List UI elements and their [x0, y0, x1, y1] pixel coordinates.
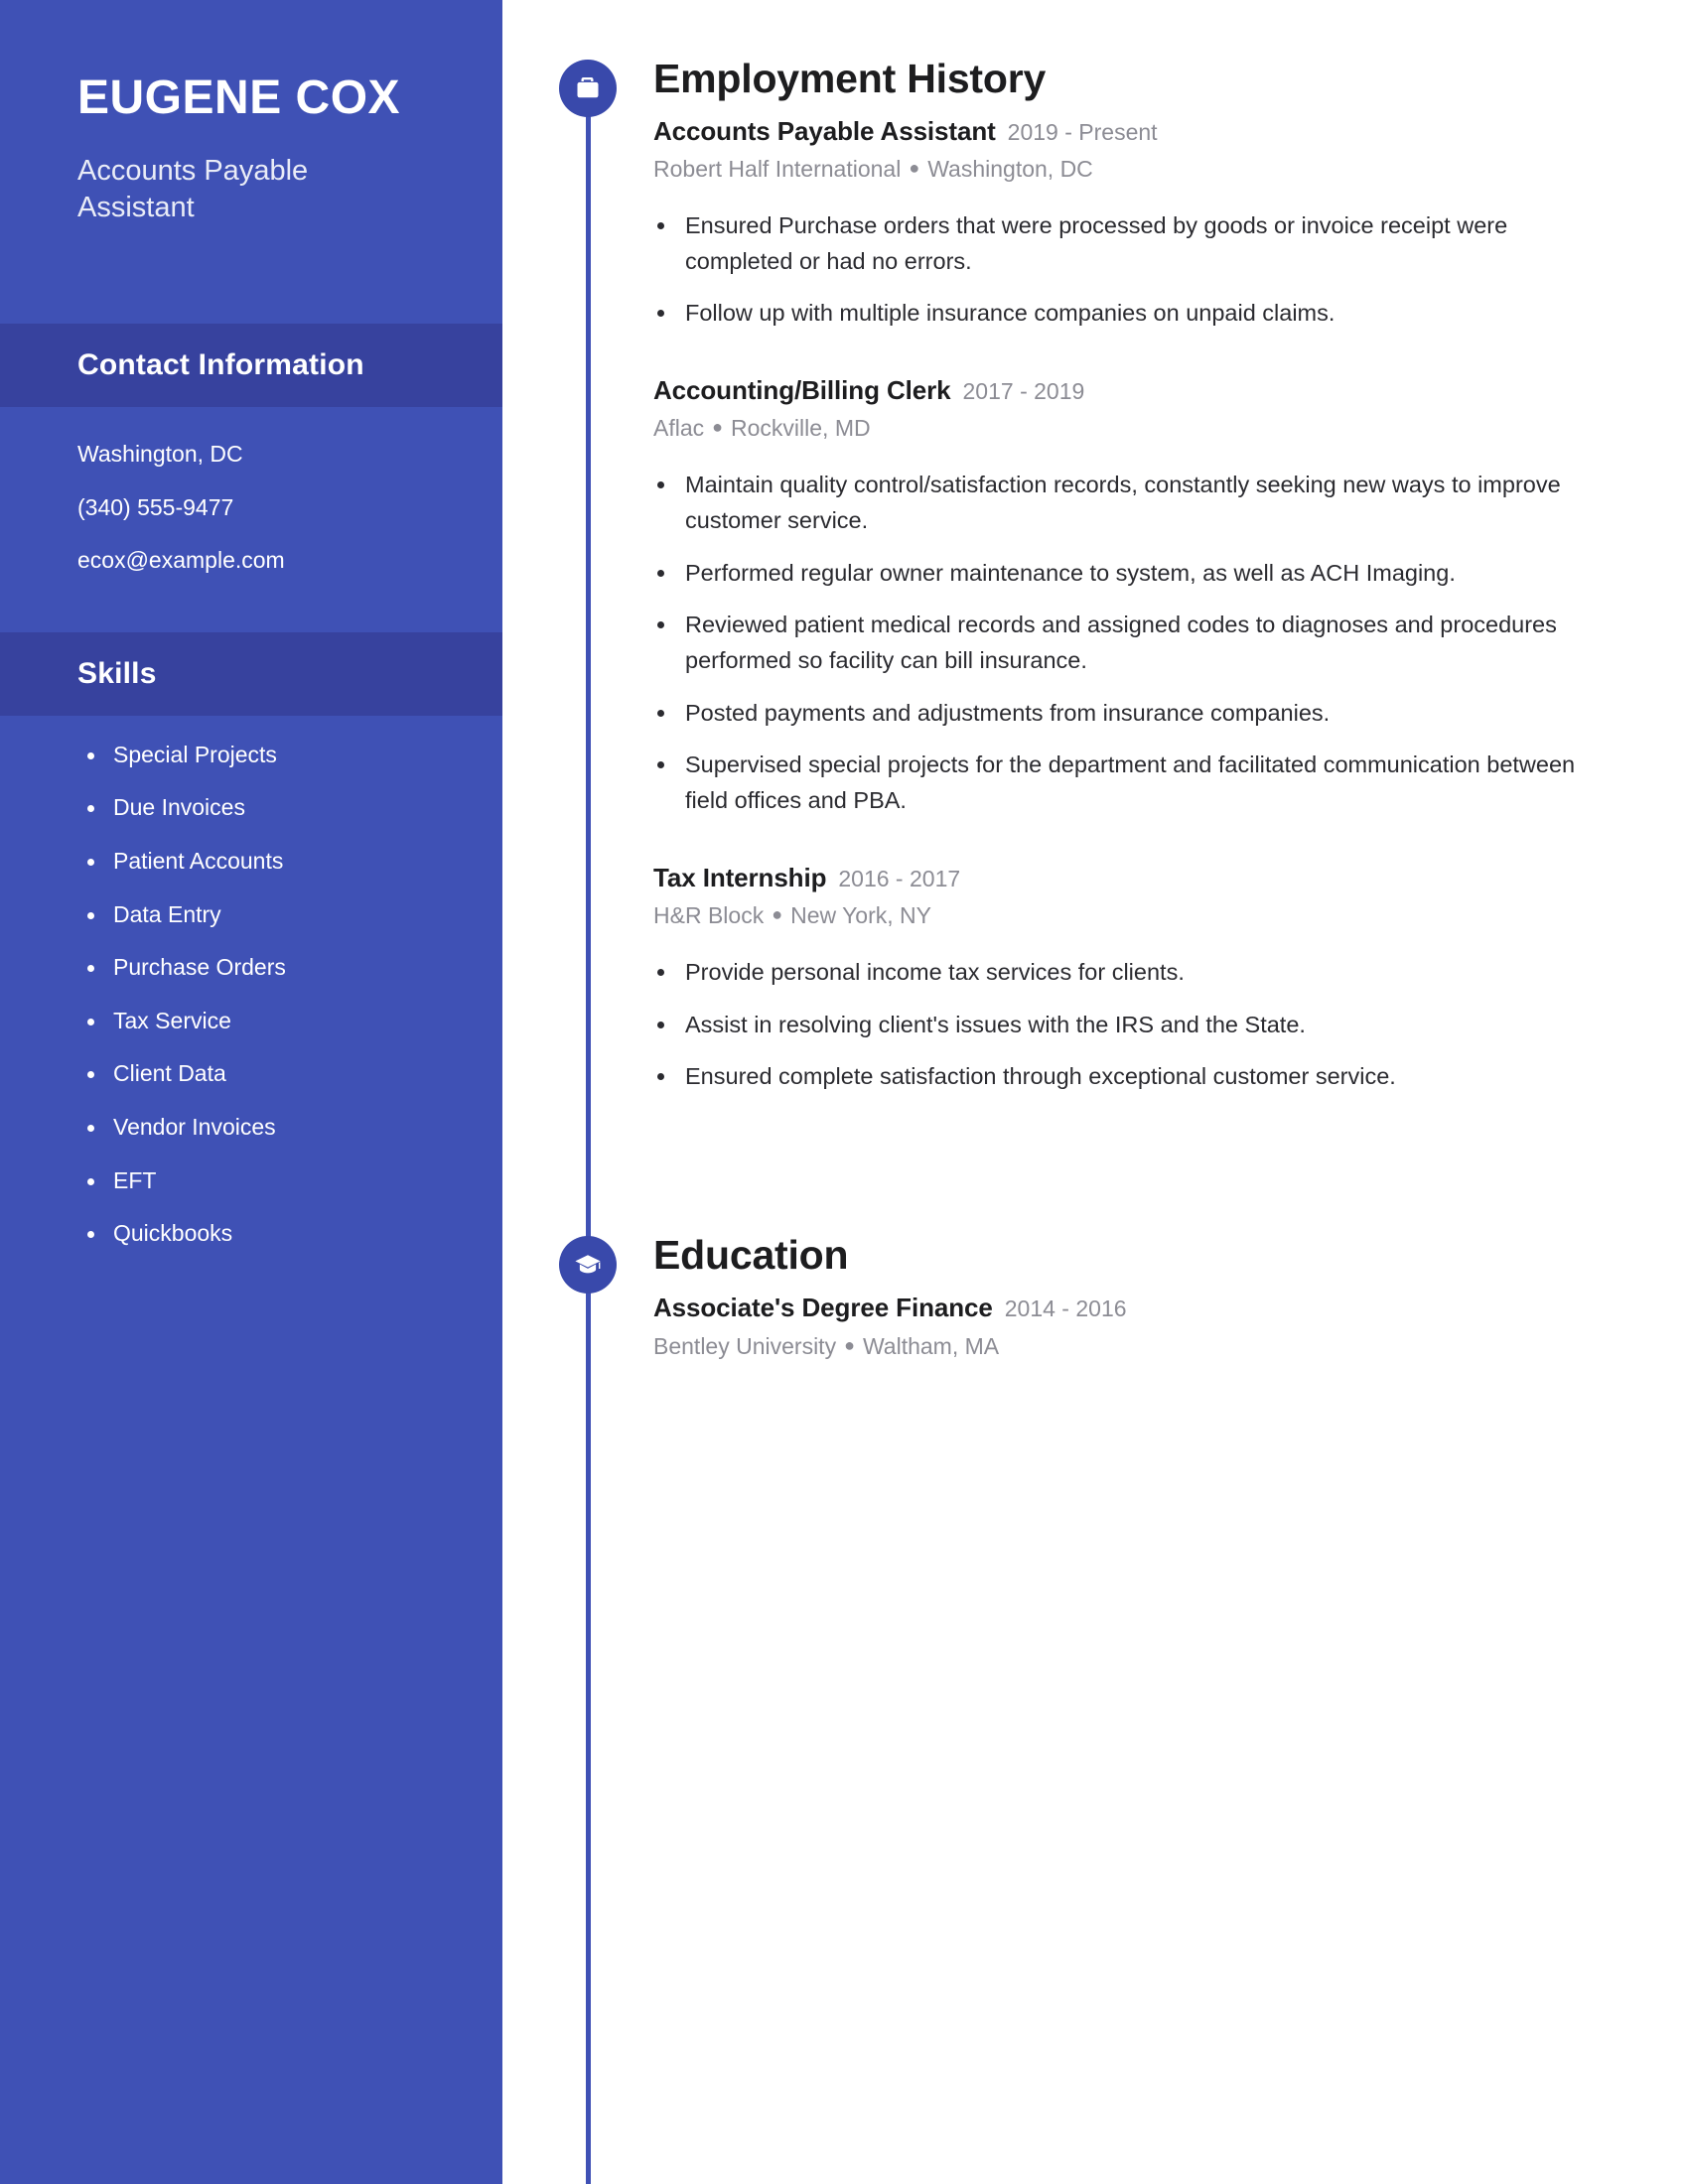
list-item: Vendor Invoices: [83, 1114, 443, 1142]
contact-phone: (340) 555-9477: [77, 493, 234, 520]
list-item: Ensured Purchase orders that were proces…: [653, 208, 1617, 279]
list-item: Due Invoices: [83, 794, 443, 822]
skills-list: Special Projects Due Invoices Patient Ac…: [0, 716, 502, 1288]
entry-header: Accounting/Billing Clerk 2017 - 2019: [653, 375, 1617, 406]
list-item: Assist in resolving client's issues with…: [653, 1008, 1617, 1043]
list-item: Tax Service: [83, 1008, 443, 1035]
meta-separator-dot: ●: [909, 158, 920, 178]
employment-entry: Tax Internship 2016 - 2017 H&R Block ● New…: [653, 863, 1617, 1095]
entry-location: Washington, DC: [927, 156, 1093, 182]
skills-section-header: Skills: [0, 631, 502, 716]
entry-role: Accounting/Billing Clerk: [653, 375, 951, 406]
entry-location: New York, NY: [790, 901, 931, 928]
entry-bullets: Ensured Purchase orders that were proces…: [653, 208, 1617, 332]
sidebar: EUGENE COX Accounts Payable Assistant Co…: [0, 0, 502, 2184]
list-item: EFT: [83, 1167, 443, 1195]
job-title: Accounts Payable Assistant: [77, 154, 309, 223]
contact-email: ecox@example.com: [77, 547, 285, 574]
entry-company: Robert Half International: [653, 156, 902, 182]
list-item: Posted payments and adjustments from ins…: [653, 696, 1617, 732]
list-item: Client Data: [83, 1060, 443, 1088]
list-item: Ensured complete satisfaction through ex…: [653, 1059, 1617, 1095]
contact-heading: Contact Information: [77, 347, 364, 381]
contact-list: Washington, DC (340) 555-9477 ecox@examp…: [0, 407, 502, 609]
entry-degree: Associate's Degree Finance: [653, 1293, 993, 1322]
entry-location: Waltham, MA: [862, 1333, 1000, 1359]
identity-block: EUGENE COX Accounts Payable Assistant: [0, 0, 502, 226]
list-item: Quickbooks: [83, 1220, 443, 1248]
list-item: Reviewed patient medical records and ass…: [653, 608, 1617, 678]
list-item: Maintain quality control/satisfaction re…: [653, 468, 1617, 538]
meta-separator-dot: ●: [844, 1335, 855, 1355]
list-item: Special Projects: [83, 742, 443, 769]
entry-meta: Robert Half International ● Washington, DC: [653, 156, 1617, 183]
full-name: EUGENE COX: [77, 71, 401, 124]
entry-dates: 2014 - 2016: [1004, 1296, 1127, 1321]
contact-section-header: Contact Information: [0, 323, 502, 407]
entry-dates: 2017 - 2019: [962, 378, 1085, 405]
list-item: Patient Accounts: [83, 848, 443, 876]
graduation-cap-icon: [559, 1236, 617, 1294]
list-item: Performed regular owner maintenance to s…: [653, 556, 1617, 592]
education-entry: Associate's Degree Finance 2014 - 2016 B…: [653, 1293, 1617, 1360]
entry-role: Tax Internship: [653, 862, 827, 892]
skills-heading: Skills: [77, 656, 157, 690]
meta-separator-dot: ●: [712, 417, 724, 438]
list-item: Supervised special projects for the depa…: [653, 748, 1617, 818]
entry-company: Aflac: [653, 415, 705, 442]
employment-entry: Accounts Payable Assistant 2019 - Presen…: [653, 116, 1617, 332]
employment-entries: Accounts Payable Assistant 2019 - Presen…: [502, 60, 1688, 1095]
employment-history-section: Employment History Accounts Payable Assi…: [502, 56, 1688, 1095]
entry-header: Accounts Payable Assistant 2019 - Presen…: [653, 116, 1617, 147]
entry-role: Accounts Payable Assistant: [653, 116, 996, 146]
meta-separator-dot: ●: [772, 903, 783, 924]
resume-page: EUGENE COX Accounts Payable Assistant Co…: [0, 0, 1688, 2184]
entry-school: Bentley University: [653, 1333, 837, 1359]
main-content: Employment History Accounts Payable Assi…: [502, 0, 1688, 2184]
entry-meta: Bentley University ● Waltham, MA: [653, 1333, 1617, 1360]
employment-entry: Accounting/Billing Clerk 2017 - 2019 Afl…: [653, 375, 1617, 819]
entry-company: H&R Block: [653, 901, 765, 928]
contact-location: Washington, DC: [77, 440, 243, 467]
entry-header: Tax Internship 2016 - 2017: [653, 863, 1617, 893]
entry-meta: H&R Block ● New York, NY: [653, 902, 1617, 929]
entry-location: Rockville, MD: [731, 415, 871, 442]
list-item: Purchase Orders: [83, 954, 443, 982]
list-item: Data Entry: [83, 901, 443, 929]
education-entries: Associate's Degree Finance 2014 - 2016 B…: [502, 1236, 1688, 1360]
entry-header: Associate's Degree Finance 2014 - 2016: [653, 1293, 1617, 1323]
entry-dates: 2019 - Present: [1007, 119, 1158, 145]
briefcase-icon: [559, 60, 617, 117]
entry-bullets: Provide personal income tax services for…: [653, 955, 1617, 1095]
education-section: Education Associate's Degree Finance 201…: [502, 1232, 1688, 1360]
list-item: Follow up with multiple insurance compan…: [653, 296, 1617, 332]
entry-meta: Aflac ● Rockville, MD: [653, 415, 1617, 442]
list-item: Provide personal income tax services for…: [653, 955, 1617, 991]
entry-bullets: Maintain quality control/satisfaction re…: [653, 468, 1617, 819]
entry-dates: 2016 - 2017: [838, 865, 961, 891]
